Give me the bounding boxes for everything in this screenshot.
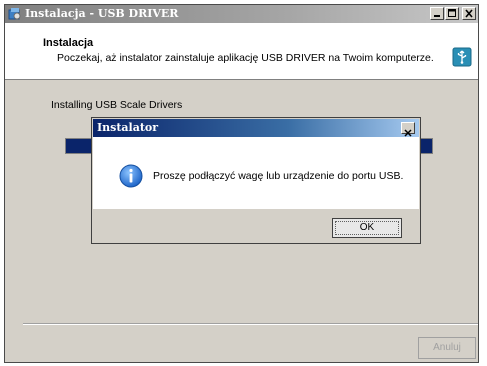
minimize-icon: [434, 15, 440, 17]
installer-icon: [8, 8, 21, 20]
maximize-icon: [448, 9, 456, 17]
cancel-button[interactable]: Anuluj: [418, 337, 476, 359]
close-button[interactable]: [462, 7, 476, 20]
info-icon: [119, 164, 143, 188]
dialog-body: Proszę podłączyć wagę lub urządzenie do …: [93, 137, 419, 209]
close-icon: [465, 9, 473, 18]
dialog-title-bar[interactable]: Instalator: [93, 119, 419, 137]
minimize-button[interactable]: [430, 7, 444, 20]
header-subtitle: Poczekaj, aż instalator zainstaluje apli…: [57, 52, 434, 64]
dialog-close-button[interactable]: [401, 122, 415, 137]
installer-dialog: Instalator Proszę podłączyć wagę lub urz…: [91, 117, 421, 244]
usb-icon: [452, 47, 472, 67]
dialog-title: Instalator: [97, 121, 159, 134]
installer-title-bar[interactable]: Instalacja - USB DRIVER: [5, 5, 478, 23]
status-text: Installing USB Scale Drivers: [51, 99, 183, 111]
header-title: Instalacja: [43, 37, 94, 49]
window-title: Instalacja - USB DRIVER: [25, 7, 179, 20]
maximize-button[interactable]: [445, 7, 459, 20]
installer-header: Instalacja Poczekaj, aż instalator zains…: [5, 23, 478, 80]
dialog-message: Proszę podłączyć wagę lub urządzenie do …: [153, 170, 404, 182]
footer-separator: [23, 323, 478, 325]
ok-button[interactable]: OK: [332, 218, 402, 238]
